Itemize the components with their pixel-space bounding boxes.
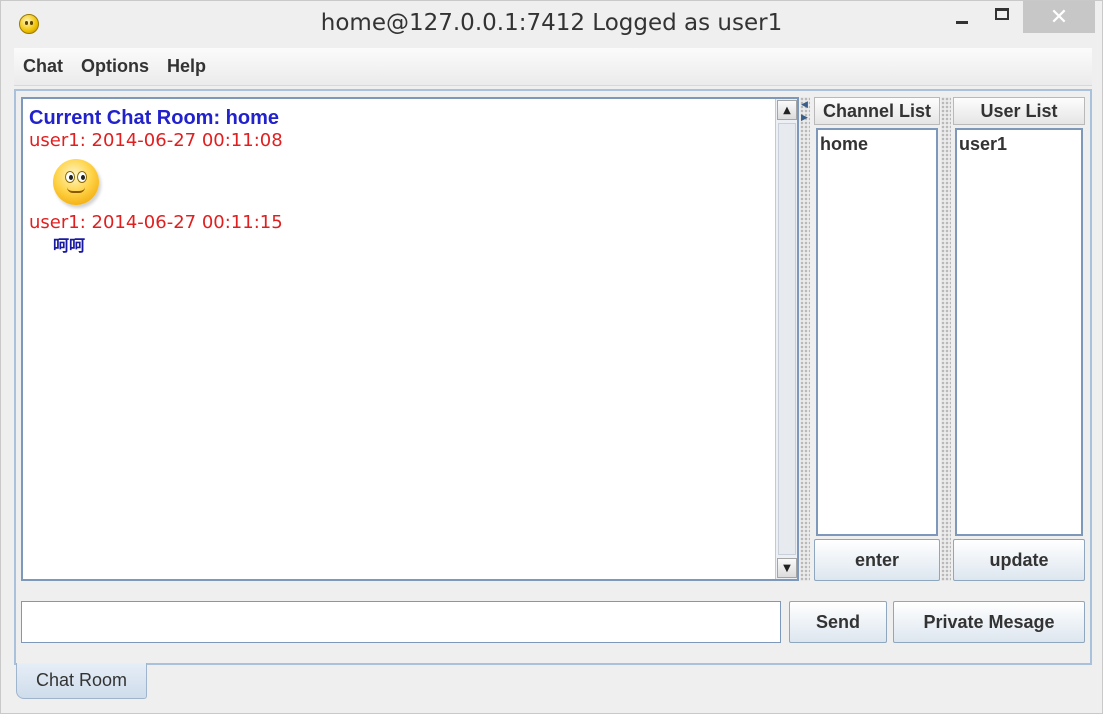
- menu-options[interactable]: Options: [72, 56, 158, 77]
- channel-list-panel: Channel List home enter: [814, 97, 940, 581]
- window-title: home@127.0.0.1:7412 Logged as user1: [320, 10, 783, 36]
- minimize-button[interactable]: [945, 1, 979, 33]
- message-text: 呵呵: [53, 236, 86, 255]
- message-header: user1: 2014-06-27 00:11:08: [29, 130, 283, 151]
- message-header: user1: 2014-06-27 00:11:15: [29, 212, 283, 233]
- title-bar: home@127.0.0.1:7412 Logged as user1 ✕: [1, 1, 1102, 47]
- channel-list[interactable]: home: [816, 128, 938, 536]
- private-message-button[interactable]: Private Mesage: [893, 601, 1085, 643]
- chat-room-panel: Current Chat Room: home user1: 2014-06-2…: [14, 89, 1092, 665]
- send-button[interactable]: Send: [789, 601, 887, 643]
- menu-help[interactable]: Help: [158, 56, 215, 77]
- close-button[interactable]: ✕: [1023, 1, 1095, 33]
- chat-scrollbar[interactable]: ▲ ▼: [775, 99, 797, 579]
- minimize-icon: [956, 20, 968, 24]
- enter-button[interactable]: enter: [814, 539, 940, 581]
- smiley-emoticon-icon: [53, 159, 99, 205]
- message-input[interactable]: [21, 601, 781, 643]
- scroll-up-icon[interactable]: ▲: [777, 100, 797, 120]
- scroll-thumb[interactable]: [778, 123, 796, 555]
- menu-bar: Chat Options Help: [14, 48, 1092, 86]
- maximize-button[interactable]: [985, 1, 1019, 33]
- room-title: Current Chat Room: home: [29, 107, 279, 129]
- scroll-down-icon[interactable]: ▼: [777, 558, 797, 578]
- user-list[interactable]: user1: [955, 128, 1083, 536]
- user-list-panel: User List user1 update: [953, 97, 1085, 581]
- app-window: home@127.0.0.1:7412 Logged as user1 ✕ Ch…: [0, 0, 1103, 714]
- update-button[interactable]: update: [953, 539, 1085, 581]
- channel-item[interactable]: home: [820, 133, 934, 155]
- eye-icon: [65, 171, 75, 183]
- user-list-header: User List: [953, 97, 1085, 125]
- channel-list-header: Channel List: [814, 97, 940, 125]
- mouth-icon: [67, 187, 85, 193]
- chat-history[interactable]: Current Chat Room: home user1: 2014-06-2…: [21, 97, 799, 581]
- eye-icon: [77, 171, 87, 183]
- splitter-arrows-icon[interactable]: ◀ ▶: [801, 99, 809, 129]
- tab-chat-room[interactable]: Chat Room: [16, 663, 147, 699]
- chat-content: Current Chat Room: home user1: 2014-06-2…: [23, 99, 775, 579]
- user-item[interactable]: user1: [959, 133, 1079, 155]
- maximize-icon: [995, 8, 1009, 20]
- channel-user-splitter[interactable]: [941, 97, 951, 581]
- chat-channel-splitter[interactable]: [800, 97, 810, 581]
- close-icon: ✕: [1049, 4, 1069, 30]
- menu-chat[interactable]: Chat: [14, 56, 72, 77]
